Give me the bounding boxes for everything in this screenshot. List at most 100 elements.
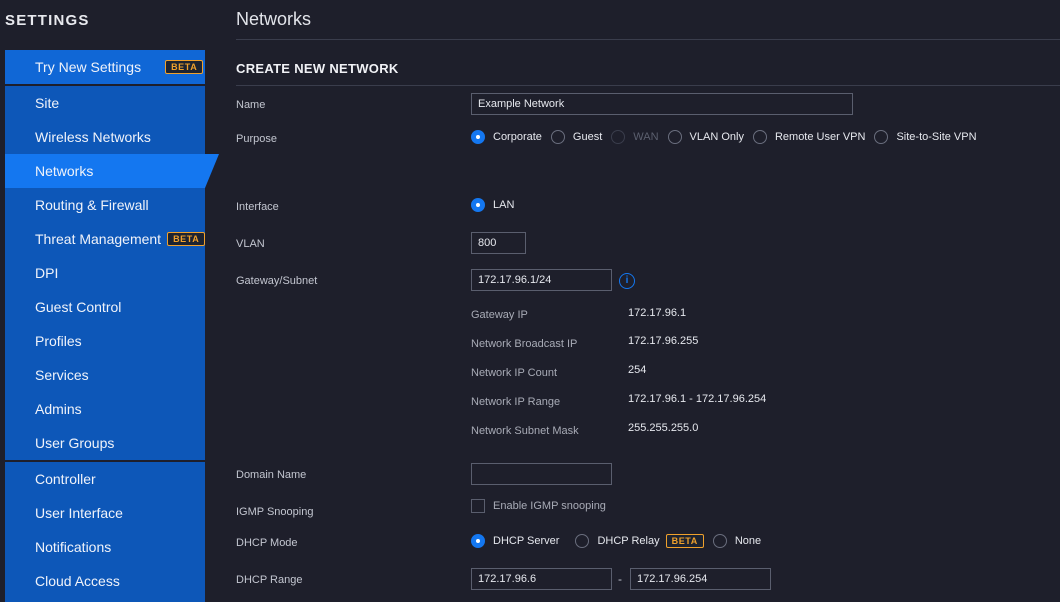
sidebar-item-services[interactable]: Services <box>5 358 205 392</box>
settings-sidebar: SETTINGS Try New Settings BETA Site Wirel… <box>0 0 220 602</box>
purpose-option-vlan-only[interactable]: VLAN Only <box>667 130 744 144</box>
option-label: LAN <box>493 199 515 211</box>
radio-icon <box>712 534 727 548</box>
interface-option-lan[interactable]: LAN <box>471 198 514 212</box>
sidebar-item-routing-firewall[interactable]: Routing & Firewall <box>5 188 205 222</box>
option-label: Remote User VPN <box>774 131 866 143</box>
dhcp-mode-label: DHCP Mode <box>236 537 298 549</box>
sidebar-item-controller[interactable]: Controller <box>5 462 205 496</box>
sidebar-item-profiles[interactable]: Profiles <box>5 324 205 358</box>
sidebar-item-label: Admins <box>35 401 82 417</box>
dhcp-option-none[interactable]: None <box>712 534 762 548</box>
interface-label: Interface <box>236 201 279 213</box>
sidebar-item-try-new-settings[interactable]: Try New Settings BETA <box>5 50 205 84</box>
ip-count-label: Network IP Count <box>471 367 558 379</box>
ip-range-label: Network IP Range <box>471 396 561 408</box>
sidebar-item-cloud-access[interactable]: Cloud Access <box>5 564 205 598</box>
beta-badge: BETA <box>165 60 204 74</box>
option-label: Guest <box>572 131 603 143</box>
dhcp-range-start-input[interactable] <box>471 568 612 590</box>
sidebar-item-dpi[interactable]: DPI <box>5 256 205 290</box>
igmp-checkbox-label: Enable IGMP snooping <box>493 500 606 512</box>
subnet-mask-value: 255.255.255.0 <box>628 422 699 434</box>
sidebar-item-label: Wireless Networks <box>35 129 151 145</box>
domain-name-input[interactable] <box>471 463 612 485</box>
ip-count-value: 254 <box>628 364 647 376</box>
sidebar-item-label: User Interface <box>35 505 123 521</box>
sidebar-item-label: Routing & Firewall <box>35 197 149 213</box>
sidebar-item-label: User Groups <box>35 435 115 451</box>
gateway-ip-label: Gateway IP <box>471 309 528 321</box>
sidebar-item-admins[interactable]: Admins <box>5 392 205 426</box>
radio-icon <box>575 534 590 548</box>
sidebar-item-label: Try New Settings <box>35 59 142 75</box>
broadcast-ip-label: Network Broadcast IP <box>471 338 578 350</box>
radio-icon <box>874 130 889 144</box>
radio-checked-icon <box>471 198 485 212</box>
purpose-option-corporate[interactable]: Corporate <box>471 130 542 144</box>
sidebar-item-networks[interactable]: Networks <box>5 154 219 188</box>
sidebar-item-label: Notifications <box>35 539 112 555</box>
purpose-option-guest[interactable]: Guest <box>550 130 603 144</box>
sidebar-item-label: Networks <box>35 163 94 179</box>
name-input[interactable] <box>471 93 853 115</box>
sidebar-item-label: Cloud Access <box>35 573 120 589</box>
sidebar-item-label: Services <box>35 367 89 383</box>
radio-icon <box>752 130 767 144</box>
vlan-label: VLAN <box>236 238 265 250</box>
subnet-mask-label: Network Subnet Mask <box>471 425 579 437</box>
option-label: DHCP Server <box>493 535 560 547</box>
section-title: CREATE NEW NETWORK <box>236 61 399 76</box>
sidebar-item-site[interactable]: Site <box>5 86 205 120</box>
radio-checked-icon <box>471 130 485 144</box>
sidebar-item-user-interface[interactable]: User Interface <box>5 496 205 530</box>
dhcp-range-label: DHCP Range <box>236 574 303 586</box>
option-label: None <box>734 535 762 547</box>
igmp-snooping-checkbox-row[interactable]: Enable IGMP snooping <box>471 499 606 513</box>
sidebar-item-notifications[interactable]: Notifications <box>5 530 205 564</box>
purpose-label: Purpose <box>236 133 277 145</box>
option-label: Corporate <box>493 131 542 143</box>
title-divider <box>236 39 1060 40</box>
sidebar-item-label: Site <box>35 95 60 111</box>
purpose-option-site-to-site-vpn[interactable]: Site-to-Site VPN <box>874 130 977 144</box>
sidebar-item-guest-control[interactable]: Guest Control <box>5 290 205 324</box>
option-label: VLAN Only <box>689 131 744 143</box>
radio-icon <box>667 130 682 144</box>
broadcast-ip-value: 172.17.96.255 <box>628 335 699 347</box>
vlan-input[interactable] <box>471 232 526 254</box>
section-divider <box>236 85 1060 86</box>
name-label: Name <box>236 99 266 111</box>
gateway-subnet-label: Gateway/Subnet <box>236 275 318 287</box>
dhcp-mode-radio-group: DHCP Server DHCP Relay BETA None <box>471 534 770 548</box>
igmp-snooping-label: IGMP Snooping <box>236 506 314 518</box>
sidebar-item-user-groups[interactable]: User Groups <box>5 426 205 460</box>
sidebar-item-wireless-networks[interactable]: Wireless Networks <box>5 120 205 154</box>
dhcp-option-relay[interactable]: DHCP Relay BETA <box>575 534 704 548</box>
sidebar-item-label: Guest Control <box>35 299 122 315</box>
page-title: Networks <box>236 9 312 29</box>
beta-badge: BETA <box>167 232 206 246</box>
sidebar-item-label: Threat Management <box>35 231 162 247</box>
sidebar-item-threat-management[interactable]: Threat Management BETA <box>5 222 206 256</box>
option-label: WAN <box>633 131 659 143</box>
sidebar-item-label: DPI <box>35 265 59 281</box>
nav-group-controller: Controller User Interface Notifications … <box>5 462 205 602</box>
sidebar-item-label: Controller <box>35 471 96 487</box>
gateway-subnet-input[interactable] <box>471 269 612 291</box>
info-icon[interactable]: i <box>619 273 635 289</box>
dhcp-range-end-input[interactable] <box>630 568 771 590</box>
dhcp-option-server[interactable]: DHCP Server <box>471 534 559 548</box>
checkbox-icon[interactable] <box>471 499 485 513</box>
gateway-ip-value: 172.17.96.1 <box>628 307 687 319</box>
domain-name-label: Domain Name <box>236 469 307 481</box>
option-label: DHCP Relay <box>597 535 660 547</box>
sidebar-item-label: Profiles <box>35 333 82 349</box>
purpose-option-wan: WAN <box>611 130 659 144</box>
purpose-option-remote-user-vpn[interactable]: Remote User VPN <box>752 130 866 144</box>
ip-range-value: 172.17.96.1 - 172.17.96.254 <box>628 393 767 405</box>
beta-badge: BETA <box>665 534 704 548</box>
radio-disabled-icon <box>611 130 626 144</box>
nav-group-top: Try New Settings BETA <box>5 50 205 84</box>
purpose-radio-group: Corporate Guest WAN VLAN Only Remote Use… <box>471 130 986 144</box>
